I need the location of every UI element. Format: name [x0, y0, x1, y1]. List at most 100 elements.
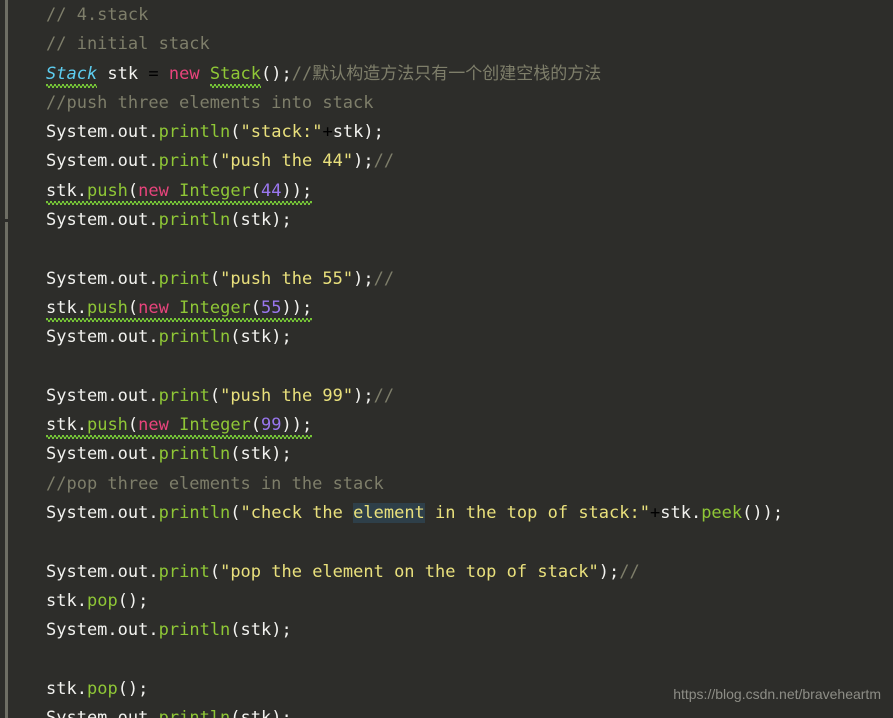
- token-plain: ());: [742, 503, 784, 524]
- token-plain: out: [117, 122, 149, 143]
- token-operator: +: [322, 122, 333, 143]
- code-line[interactable]: [0, 528, 893, 557]
- code-line[interactable]: Stack stk = new Stack();//默认构造方法只有一个创建空栈…: [0, 60, 893, 89]
- token-plain: .: [148, 561, 159, 582]
- token-plain: out: [117, 385, 149, 406]
- token-method: peek: [701, 503, 743, 524]
- token-plain: .: [148, 327, 159, 348]
- code-line[interactable]: System.out.print("push the 44");//: [0, 147, 893, 176]
- token-number: 44: [261, 180, 282, 201]
- code-line[interactable]: [0, 353, 893, 382]
- token-plain: .: [76, 297, 87, 318]
- editor-gutter-strip[interactable]: [0, 0, 12, 718]
- token-keyword: new: [138, 297, 169, 318]
- gutter-notch: [0, 219, 12, 222]
- token-plain: );: [363, 122, 384, 143]
- token-ctor: Integer: [179, 415, 251, 436]
- token-ctor: Stack: [209, 63, 262, 84]
- token-plain: .: [148, 385, 159, 406]
- token-plain: out: [117, 620, 149, 641]
- token-method: println: [158, 444, 231, 465]
- code-line[interactable]: stk.push(new Integer(55));: [0, 294, 893, 323]
- token-plain: (: [127, 180, 139, 201]
- warning-squiggle: stk.push(new Integer(44));: [46, 177, 313, 206]
- code-line[interactable]: System.out.println("check the element in…: [0, 499, 893, 528]
- code-line[interactable]: System.out.println(stk);: [0, 616, 893, 645]
- token-plain: .: [107, 268, 118, 289]
- token-keyword: new: [138, 415, 169, 436]
- token-plain: );: [353, 151, 374, 172]
- code-line[interactable]: stk.push(new Integer(99));: [0, 411, 893, 440]
- token-plain: .: [690, 503, 702, 524]
- token-plain: System: [46, 268, 108, 289]
- token-plain: (: [250, 415, 262, 436]
- token-plain: .: [76, 415, 87, 436]
- token-number: 55: [261, 297, 282, 318]
- token-plain: (stk);: [230, 444, 292, 465]
- token-comment: // initial stack: [46, 34, 210, 55]
- token-plain: ));: [281, 180, 313, 201]
- code-line[interactable]: stk.push(new Integer(44));: [0, 177, 893, 206]
- token-plain: out: [117, 561, 149, 582]
- token-plain: ();: [117, 590, 149, 611]
- code-line[interactable]: System.out.println(stk);: [0, 704, 893, 718]
- code-editor[interactable]: // 4.stack // initial stack Stack stk = ne…: [0, 0, 893, 718]
- token-plain: (: [209, 561, 221, 582]
- token-plain: .: [76, 678, 87, 699]
- token-plain: .: [107, 503, 118, 524]
- token-plain: (stk);: [230, 620, 292, 641]
- token-plain: (: [209, 268, 221, 289]
- token-plain: System: [46, 561, 108, 582]
- token-plain: (: [209, 385, 221, 406]
- token-plain: System: [46, 122, 108, 143]
- token-string: "pop the element on the top of stack": [220, 561, 599, 582]
- token-method: println: [159, 708, 231, 718]
- token-plain: );: [353, 385, 374, 406]
- token-plain: stk: [46, 297, 77, 318]
- code-content[interactable]: // 4.stack // initial stack Stack stk = ne…: [0, 0, 893, 718]
- token-comment: //pop three elements in the stack: [46, 473, 384, 494]
- token-plain: .: [148, 620, 159, 641]
- token-plain: .: [148, 444, 159, 465]
- token-plain: (stk);: [230, 708, 291, 718]
- token-plain: System: [46, 327, 108, 348]
- token-plain: .: [76, 590, 87, 611]
- token-plain: (: [230, 503, 241, 524]
- code-line[interactable]: System.out.print("push the 99");//: [0, 382, 893, 411]
- code-line[interactable]: // 4.stack: [0, 1, 893, 30]
- code-line[interactable]: System.out.println(stk);: [0, 206, 893, 235]
- token-keyword: new: [138, 180, 169, 201]
- token-plain: System: [46, 620, 108, 641]
- code-line[interactable]: System.out.println("stack:"+stk);: [0, 118, 893, 147]
- code-line[interactable]: [0, 646, 893, 675]
- token-string: "stack:": [240, 122, 323, 143]
- code-line[interactable]: //push three elements into stack: [0, 89, 893, 118]
- token-plain: System: [46, 151, 108, 172]
- token-plain: System: [46, 385, 108, 406]
- code-line[interactable]: System.out.print("pop the element on the…: [0, 558, 893, 587]
- token-number: 99: [261, 415, 282, 436]
- code-line[interactable]: // initial stack: [0, 30, 893, 59]
- token-plain: ();: [261, 63, 292, 84]
- code-line[interactable]: stk.pop();: [0, 587, 893, 616]
- code-line[interactable]: System.out.println(stk);: [0, 440, 893, 469]
- code-line[interactable]: System.out.println(stk);: [0, 323, 893, 352]
- code-line[interactable]: [0, 235, 893, 264]
- token-plain: System: [46, 708, 107, 718]
- code-line[interactable]: //pop three elements in the stack: [0, 470, 893, 499]
- token-plain: out: [117, 503, 149, 524]
- token-plain: stk: [97, 63, 149, 84]
- token-plain: ));: [281, 297, 313, 318]
- token-plain: .: [148, 268, 159, 289]
- token-string: "push the 99": [220, 385, 354, 406]
- token-plain: .: [148, 708, 158, 718]
- code-line[interactable]: System.out.print("push the 55");//: [0, 265, 893, 294]
- token-method: println: [158, 122, 231, 143]
- token-plain: out: [117, 210, 149, 231]
- token-plain: );: [353, 268, 374, 289]
- token-plain: stk: [660, 503, 691, 524]
- token-plain: );: [598, 561, 620, 582]
